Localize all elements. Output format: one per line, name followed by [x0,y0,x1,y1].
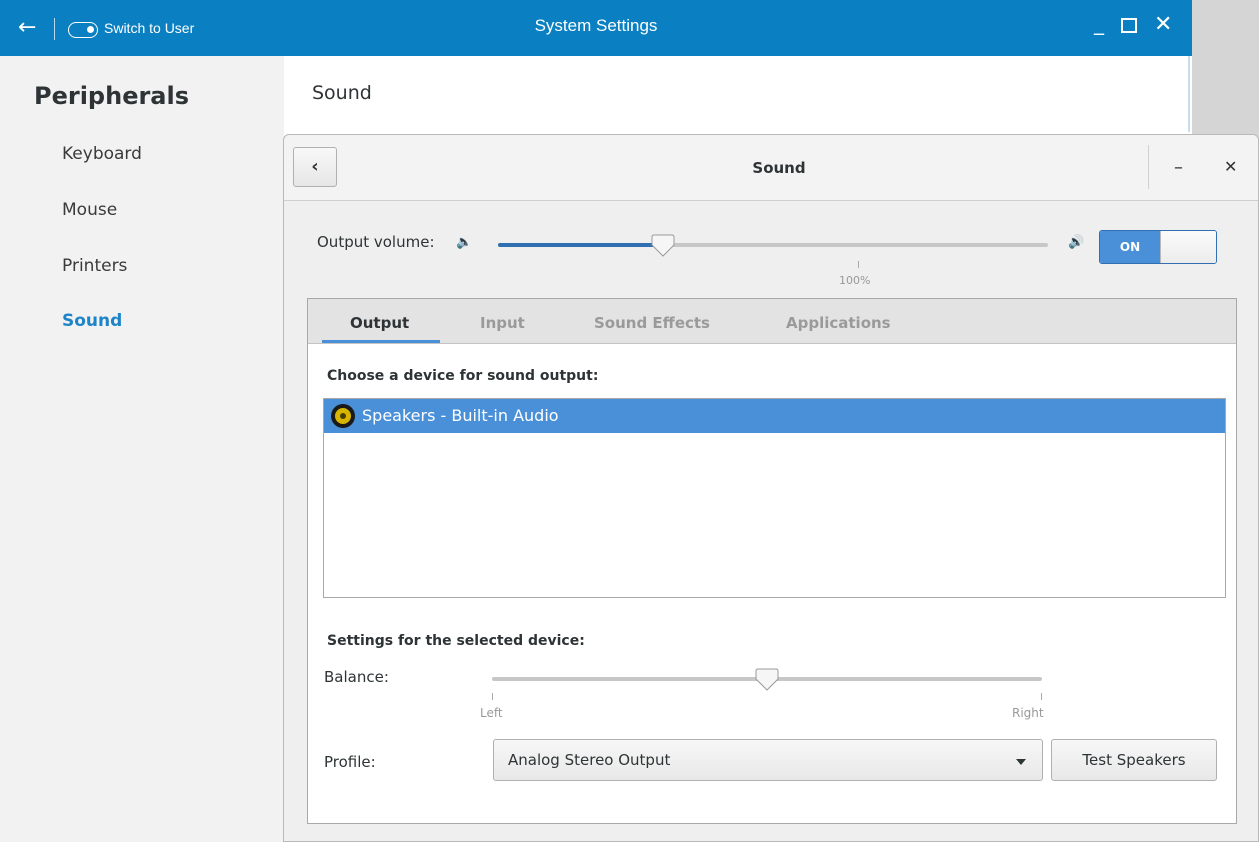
sidebar-item-keyboard[interactable]: Keyboard [62,144,142,164]
active-tab-indicator [322,340,440,343]
title-bar: ← Switch to User System Settings _ ✕ [0,0,1192,56]
speaker-high-icon: 🔊 [1068,235,1085,250]
sidebar-item-printers[interactable]: Printers [62,256,127,276]
toggle-on-label: ON [1100,231,1160,263]
list-item[interactable]: Speakers - Built-in Audio [324,399,1225,433]
tab-input[interactable]: Input [480,314,525,332]
device-name: Speakers - Built-in Audio [362,406,559,425]
maximize-icon[interactable] [1121,18,1137,33]
dialog-header: ‹ Sound – ✕ [284,135,1258,201]
device-list[interactable]: Speakers - Built-in Audio [323,398,1226,598]
dialog-title: Sound [752,159,806,177]
sidebar: Peripherals Keyboard Mouse Printers Soun… [0,56,284,842]
slider-handle[interactable] [755,666,779,692]
slider-fill [498,243,663,247]
choose-device-label: Choose a device for sound output: [327,368,599,384]
sidebar-item-sound[interactable]: Sound [62,311,122,331]
tab-output[interactable]: Output [350,314,409,332]
dropdown-arrow-icon [1016,759,1026,765]
volume-100-label: 100% [839,274,871,287]
sound-notebook: Output Input Sound Effects Applications … [307,298,1237,824]
sidebar-heading: Peripherals [34,82,190,110]
speaker-low-icon: 🔈 [456,235,473,250]
balance-left-label: Left [480,706,503,720]
test-speakers-button[interactable]: Test Speakers [1051,739,1217,781]
balance-label: Balance: [324,668,389,686]
close-icon[interactable]: ✕ [1154,12,1172,38]
balance-right-tick [1041,693,1042,700]
profile-label: Profile: [324,753,376,771]
page-header: Sound [284,56,1190,132]
balance-right-label: Right [1012,706,1044,720]
minimize-icon[interactable]: _ [1094,10,1104,36]
device-settings-label: Settings for the selected device: [327,633,585,649]
balance-slider[interactable] [492,668,1042,691]
volume-tick [858,261,859,268]
profile-dropdown[interactable]: Analog Stereo Output [493,739,1043,781]
dialog-close-icon[interactable]: ✕ [1224,157,1237,176]
mute-toggle[interactable]: ON [1099,230,1217,264]
toggle-knob[interactable] [1160,231,1216,263]
window-title: System Settings [534,16,658,35]
sound-dialog: ‹ Sound – ✕ Output volume: 🔈 🔊 100% ON O… [283,134,1259,842]
balance-left-tick [492,693,493,700]
tab-applications[interactable]: Applications [786,314,891,332]
sidebar-item-mouse[interactable]: Mouse [62,200,117,220]
slider-handle[interactable] [651,232,675,258]
page-title: Sound [312,82,372,104]
divider [1148,145,1149,189]
tab-sound-effects[interactable]: Sound Effects [594,314,710,332]
profile-value: Analog Stereo Output [508,751,671,769]
tab-bar: Output Input Sound Effects Applications [308,299,1236,344]
output-volume-slider[interactable] [498,234,1048,257]
output-volume-label: Output volume: [317,233,435,251]
dialog-minimize-icon[interactable]: – [1174,157,1183,178]
speaker-icon [331,404,355,428]
